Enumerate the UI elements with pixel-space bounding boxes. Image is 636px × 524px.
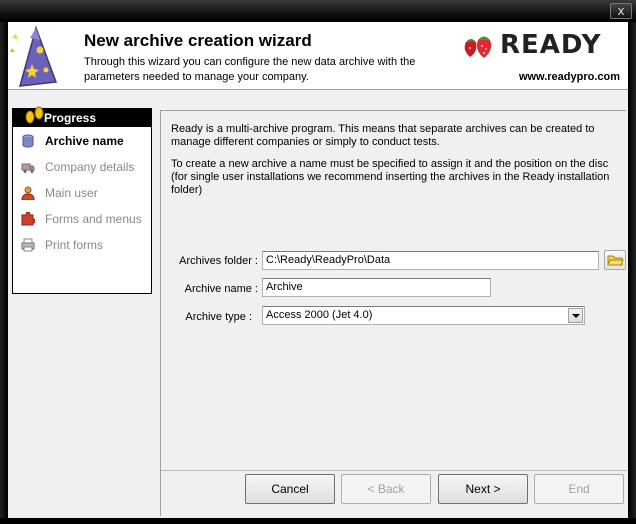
brand-name: READY bbox=[500, 30, 602, 60]
archives-folder-field[interactable]: C:\Ready\ReadyPro\Data bbox=[262, 251, 599, 270]
archive-name-field[interactable]: Archive bbox=[262, 278, 491, 297]
folder-icon bbox=[607, 255, 624, 266]
brand-logo: READY bbox=[460, 30, 622, 60]
archive-type-label: Archive type : bbox=[185, 311, 252, 323]
instruction-text: To create a new archive a name must be s… bbox=[171, 158, 610, 196]
progress-heading-label: Progress bbox=[44, 111, 97, 125]
brand-url: www.readypro.com bbox=[518, 71, 620, 83]
window-frame-left bbox=[0, 22, 8, 524]
window-frame-right bbox=[628, 22, 636, 524]
truck-icon bbox=[21, 163, 35, 173]
footprints-icon bbox=[25, 106, 44, 124]
window-titlebar[interactable]: x bbox=[0, 0, 636, 22]
archive-name-value: Archive bbox=[266, 281, 303, 293]
wizard-description: Through this wizard you can configure th… bbox=[84, 56, 416, 83]
step-company-details: Company details bbox=[21, 157, 149, 177]
archive-type-value: Access 2000 (Jet 4.0) bbox=[266, 309, 373, 321]
wizard-page: Ready is a multi-archive program. This m… bbox=[160, 110, 627, 516]
step-label: Company details bbox=[45, 160, 135, 174]
archive-type-select[interactable]: Access 2000 (Jet 4.0) bbox=[262, 306, 585, 325]
archives-folder-value: C:\Ready\ReadyPro\Data bbox=[266, 254, 391, 266]
progress-panel: Progress Archive name Company details Ma… bbox=[12, 106, 152, 294]
wizard-header: New archive creation wizard Through this… bbox=[8, 22, 628, 90]
chevron-down-icon[interactable] bbox=[568, 308, 583, 323]
step-label: Forms and menus bbox=[45, 212, 142, 226]
next-button[interactable]: Next > bbox=[438, 474, 528, 504]
wizard-hat-icon bbox=[10, 25, 58, 87]
cancel-button[interactable]: Cancel bbox=[245, 474, 335, 504]
archive-name-label: Archive name : bbox=[184, 283, 258, 295]
puzzle-icon bbox=[21, 212, 35, 226]
progress-heading: Progress bbox=[13, 106, 151, 127]
close-button[interactable]: x bbox=[610, 3, 632, 19]
step-label: Print forms bbox=[45, 238, 104, 252]
user-icon bbox=[21, 186, 35, 200]
wizard-client-area: New archive creation wizard Through this… bbox=[8, 22, 628, 518]
close-icon: x bbox=[617, 4, 625, 18]
browse-folder-button[interactable] bbox=[604, 250, 626, 270]
step-archive-name: Archive name bbox=[21, 131, 149, 151]
back-button[interactable]: < Back bbox=[341, 474, 431, 504]
end-button[interactable]: End bbox=[534, 474, 624, 504]
step-print-forms: Print forms bbox=[21, 235, 149, 255]
window-frame-bottom bbox=[0, 518, 636, 524]
database-icon bbox=[22, 134, 34, 148]
archives-folder-label: Archives folder : bbox=[179, 255, 258, 267]
strawberry-icon bbox=[464, 36, 492, 58]
printer-icon bbox=[21, 238, 35, 252]
intro-text: Ready is a multi-archive program. This m… bbox=[171, 123, 595, 148]
wizard-page-content: Ready is a multi-archive program. This m… bbox=[161, 111, 627, 471]
step-label: Archive name bbox=[45, 134, 124, 148]
wizard-title: New archive creation wizard bbox=[84, 31, 312, 50]
step-forms-and-menus: Forms and menus bbox=[21, 209, 149, 229]
step-label: Main user bbox=[45, 186, 98, 200]
step-main-user: Main user bbox=[21, 183, 149, 203]
